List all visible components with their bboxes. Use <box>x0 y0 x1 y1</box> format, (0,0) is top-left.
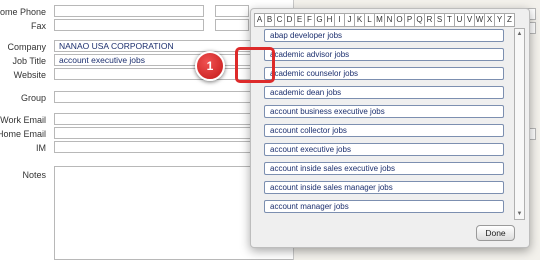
list-item[interactable]: abap developer jobs <box>264 29 504 42</box>
list-item[interactable]: account collector jobs <box>264 124 504 137</box>
highlight-box <box>235 47 275 83</box>
group-label: Group <box>20 93 46 103</box>
home-phone-label: Home Phone <box>0 7 46 17</box>
list-item[interactable]: account inside sales executive jobs <box>264 162 504 175</box>
group-field[interactable] <box>54 91 254 103</box>
company-label: Company <box>7 42 46 52</box>
step-number-badge: 1 <box>195 51 225 81</box>
work-email-field[interactable] <box>54 113 254 125</box>
home-phone-field-2[interactable] <box>215 5 249 17</box>
alphabet-index: A B C D E F G H I J K L M N O P Q R S T … <box>254 13 515 27</box>
list-item[interactable]: account business executive jobs <box>264 105 504 118</box>
job-title-label: Job Title <box>12 56 46 66</box>
list-item[interactable]: account inside sales manager jobs <box>264 181 504 194</box>
im-label: IM <box>36 143 46 153</box>
company-field[interactable]: NANAO USA CORPORATION <box>54 40 254 52</box>
fax-field-2[interactable] <box>215 19 249 31</box>
notes-label: Notes <box>22 170 46 180</box>
scroll-up-icon[interactable]: ▲ <box>515 29 524 39</box>
website-label: Website <box>13 70 46 80</box>
job-title-list: abap developer jobs academic advisor job… <box>259 27 521 221</box>
list-item[interactable]: account manager jobs <box>264 200 504 213</box>
list-item[interactable]: academic counselor jobs <box>264 67 504 80</box>
fax-label: Fax <box>30 21 46 31</box>
done-button[interactable]: Done <box>476 225 515 241</box>
list-scrollbar[interactable]: ▲ ▼ <box>514 28 525 220</box>
im-field[interactable] <box>54 141 254 153</box>
letter-z[interactable]: Z <box>504 13 515 27</box>
home-email-field[interactable] <box>54 127 254 139</box>
list-item[interactable]: academic dean jobs <box>264 86 504 99</box>
scroll-down-icon[interactable]: ▼ <box>515 209 524 219</box>
job-title-picker-popover: A B C D E F G H I J K L M N O P Q R S T … <box>250 8 530 248</box>
work-email-label: Work Email <box>0 115 46 125</box>
home-email-label: Home Email <box>0 129 46 139</box>
fax-field[interactable] <box>54 19 204 31</box>
home-phone-field[interactable] <box>54 5 204 17</box>
list-item[interactable]: academic advisor jobs <box>264 48 504 61</box>
list-item[interactable]: account executive jobs <box>264 143 504 156</box>
